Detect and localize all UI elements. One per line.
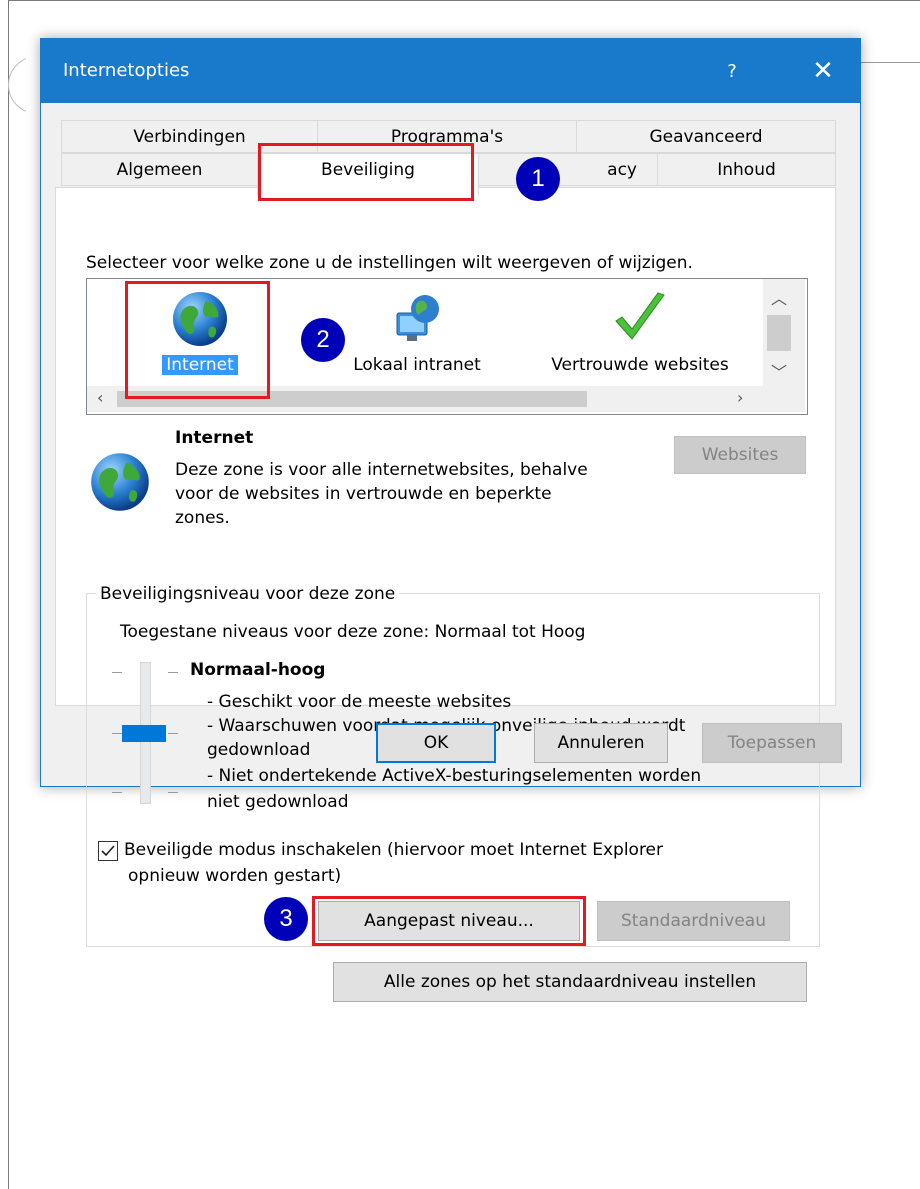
zone-item-trusted-sites[interactable]: Vertrouwde websites [535,289,745,384]
zone-item-internet[interactable]: Internet [135,289,265,384]
help-button[interactable]: ? [709,39,755,103]
zone-name: Internet [175,428,254,448]
zone-label: Vertrouwde websites [551,355,729,375]
checkmark-icon [615,292,665,340]
slider-tick [112,672,122,673]
protected-mode-label[interactable]: opnieuw worden gestart) [128,866,341,886]
security-level-bullet: - Geschikt voor de meeste websites [207,692,512,712]
scroll-down-icon[interactable]: ﹀ [771,359,787,383]
security-level-bullet: - Niet ondertekende ActiveX-besturingsel… [207,766,702,786]
zone-item-local-intranet[interactable]: Lokaal intranet [337,289,497,384]
scroll-right-icon[interactable]: › [737,388,743,407]
step-badge-3: 3 [264,897,308,941]
tab-inhoud[interactable]: Inhoud [657,153,836,186]
slider-tick [112,792,122,793]
globe-icon [173,292,227,346]
zone-description-line: zones. [175,508,230,528]
tab-programmas[interactable]: Programma's [317,120,577,153]
scroll-thumb[interactable] [767,315,791,351]
step-badge-1: 1 [516,157,560,201]
zone-label: Internet [162,355,238,375]
security-level-bullet: niet gedownload [207,792,349,812]
security-slider-thumb[interactable] [122,725,166,742]
default-level-button[interactable]: Standaardniveau [597,901,790,941]
divider [860,62,920,63]
security-level-name: Normaal-hoog [190,660,326,680]
zone-description-line: Deze zone is voor alle internetwebsites,… [175,460,588,480]
zone-description-line: voor de websites in vertrouwde en beperk… [175,484,552,504]
protected-mode-checkbox[interactable] [98,841,118,861]
horizontal-scrollbar[interactable]: ‹ › [87,386,805,412]
security-level-legend: Beveiligingsniveau voor deze zone [96,584,400,604]
protected-mode-label[interactable]: Beveiligde modus inschakelen (hiervoor m… [124,840,663,860]
step-badge-2: 2 [301,318,345,362]
tab-privacy[interactable]: acy [478,153,658,186]
check-icon [101,845,115,857]
tab-verbindingen[interactable]: Verbindingen [61,120,318,153]
tab-algemeen[interactable]: Algemeen [61,153,258,186]
zone-list: Internet Lokaal intranet Vertrouwde webs… [86,278,808,415]
window-border [8,0,9,1189]
tab-beveiliging[interactable]: Beveiliging [257,153,479,195]
close-button[interactable]: ✕ [793,39,853,103]
scroll-left-icon[interactable]: ‹ [97,388,103,407]
title-bar: Internetopties ? ✕ [41,39,860,103]
cancel-button[interactable]: Annuleren [534,723,668,763]
slider-tick [168,672,178,673]
scroll-thumb[interactable] [117,391,587,407]
zone-prompt: Selecteer voor welke zone u de instellin… [86,253,693,273]
reset-all-zones-button[interactable]: Alle zones op het standaardniveau instel… [333,962,807,1002]
websites-button[interactable]: Websites [674,436,806,474]
tab-geavanceerd[interactable]: Geavanceerd [576,120,836,153]
dialog-title: Internetopties [63,60,190,81]
window-border [8,0,920,1]
slider-tick [112,733,122,734]
zone-label: Lokaal intranet [353,355,481,375]
slider-tick [168,792,178,793]
vertical-scrollbar[interactable]: ︿ ﹀ [763,279,805,386]
apply-button[interactable]: Toepassen [702,723,842,763]
intranet-icon [396,295,439,341]
scroll-up-icon[interactable]: ︿ [771,285,787,309]
ok-button[interactable]: OK [376,723,496,763]
globe-icon [91,453,149,511]
security-level-bullet: gedownload [207,740,311,760]
custom-level-button[interactable]: Aangepast niveau... [318,901,580,941]
slider-tick [168,733,178,734]
allowed-levels-text: Toegestane niveaus voor deze zone: Norma… [120,622,586,642]
